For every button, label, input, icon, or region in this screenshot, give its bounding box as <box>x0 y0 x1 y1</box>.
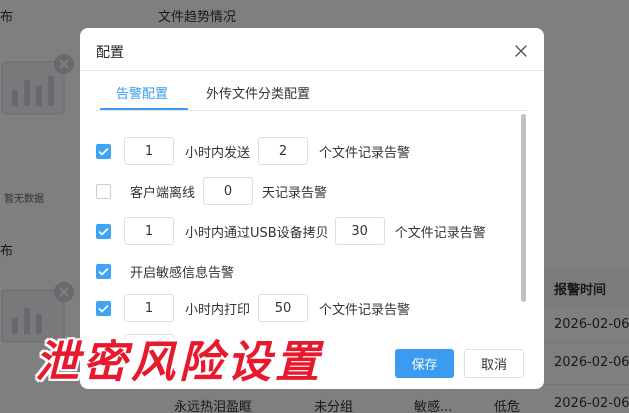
tab-outgoing-file-classification[interactable]: 外传文件分类配置 <box>206 83 310 102</box>
days-input[interactable]: 0 <box>203 177 254 205</box>
rule-checkbox[interactable] <box>96 300 111 316</box>
tab-active-indicator <box>100 108 188 110</box>
rule-checkbox[interactable] <box>96 183 111 199</box>
tab-alarm-config[interactable]: 告警配置 <box>116 83 168 102</box>
rule-text: 个文件记录告警 <box>319 302 411 318</box>
file-count-input[interactable]: 2 <box>258 137 309 165</box>
leak-risk-caption: 泄密风险设置 <box>35 337 323 388</box>
rule-checkbox[interactable] <box>96 223 111 239</box>
rule-checkbox[interactable] <box>96 143 111 159</box>
alarm-rule-sensitive-info: 开启敏感信息告警 <box>96 257 234 285</box>
alarm-rule-client-offline: 客户端离线 0 天记录告警 <box>96 177 327 205</box>
rule-text: 小时内打印 <box>185 302 251 318</box>
rule-text: 个文件记录告警 <box>394 225 486 241</box>
rule-text: 客户端离线 <box>130 185 196 201</box>
dialog-title: 配置 <box>96 45 124 61</box>
save-button[interactable]: 保存 <box>395 349 454 378</box>
rule-text: 个文件记录告警 <box>319 145 411 161</box>
rule-text: 开启敏感信息告警 <box>130 265 235 281</box>
rule-text: 小时内通过USB设备拷贝 <box>185 225 329 241</box>
rule-checkbox[interactable] <box>96 263 111 279</box>
close-icon[interactable] <box>512 42 530 60</box>
rule-text: 天记录告警 <box>262 185 328 201</box>
cancel-button[interactable]: 取消 <box>464 349 524 378</box>
scrollbar-thumb[interactable] <box>521 114 526 302</box>
dialog-header-divider <box>80 70 544 71</box>
alarm-rule-usb-copy: 1 小时内通过USB设备拷贝 30 个文件记录告警 <box>96 217 486 245</box>
tab-bar-underline <box>96 110 528 111</box>
hours-input[interactable]: 1 <box>124 137 174 165</box>
rule-text: 小时内发送 <box>185 145 251 161</box>
alarm-rule-list: 1 小时内发送 2 个文件记录告警 客户端离线 0 天记录告警 1 小时内通过U… <box>80 124 520 339</box>
file-count-input[interactable]: 30 <box>334 217 385 245</box>
hours-input[interactable]: 1 <box>124 294 174 322</box>
alarm-rule-send-files: 1 小时内发送 2 个文件记录告警 <box>96 137 410 165</box>
file-count-input[interactable]: 50 <box>258 294 309 322</box>
alarm-rule-print: 1 小时内打印 50 个文件记录告警 <box>96 294 410 322</box>
hours-input[interactable]: 1 <box>124 217 174 245</box>
